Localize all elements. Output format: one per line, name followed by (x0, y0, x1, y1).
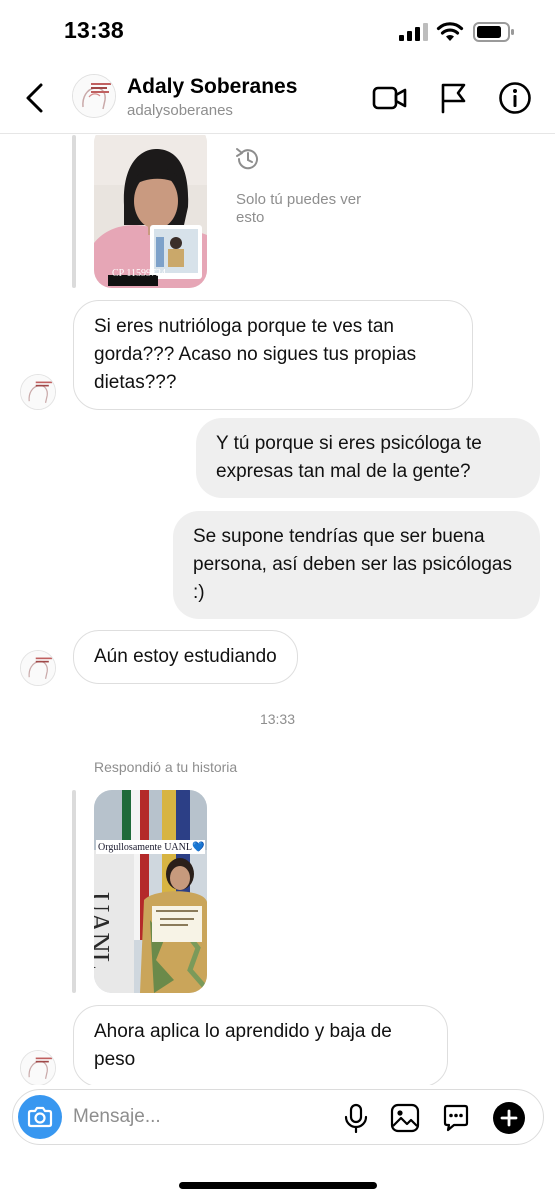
avatar-logo-image (21, 375, 55, 409)
story-reply-note: Respondió a tu historia (94, 759, 238, 775)
contact-avatar[interactable] (72, 74, 116, 118)
story-wall-text: UANL (94, 892, 114, 970)
sender-avatar[interactable] (20, 650, 56, 686)
avatar-logo-image (73, 75, 115, 117)
status-time: 13:38 (64, 17, 124, 43)
message-thread[interactable]: CP 11599724 Solo tú puedes ver esto Si e… (0, 135, 555, 1085)
contact-name[interactable]: Adaly Soberanes (127, 75, 297, 99)
message-bubble-received[interactable]: Ahora aplica lo aprendido y baja de peso (73, 1005, 448, 1085)
camera-button[interactable] (18, 1095, 62, 1139)
info-icon[interactable] (498, 81, 532, 115)
flag-icon[interactable] (439, 82, 467, 114)
only-you-note: Solo tú puedes ver esto (236, 191, 362, 226)
battery-icon (473, 22, 514, 42)
message-bubble-received[interactable]: Aún estoy estudiando (73, 630, 298, 684)
sender-avatar[interactable] (20, 374, 56, 410)
story-caption: Orgullosamente UANL💙 (98, 842, 205, 853)
wifi-icon (436, 22, 464, 41)
story-reply-line (72, 135, 76, 288)
contact-username[interactable]: adalysoberanes (127, 102, 233, 119)
history-icon (236, 148, 258, 170)
video-call-icon[interactable] (372, 84, 408, 112)
story-reply-line (72, 790, 76, 993)
message-input[interactable] (73, 1098, 333, 1136)
status-bar: 13:38 (0, 0, 555, 64)
back-arrow-icon[interactable] (22, 82, 48, 114)
avatar-logo-image (21, 1051, 55, 1085)
story-thumbnail[interactable]: Orgullosamente UANL💙 UANL (94, 790, 207, 993)
plus-icon[interactable] (492, 1101, 526, 1135)
story-thumbnail[interactable]: CP 11599724 (94, 135, 207, 288)
message-composer (12, 1089, 544, 1145)
message-bubble-sent[interactable]: Y tú porque si eres psicóloga te expresa… (196, 418, 540, 498)
home-indicator (179, 1182, 377, 1189)
sender-avatar[interactable] (20, 1050, 56, 1085)
message-bubble-received[interactable]: Si eres nutrióloga porque te ves tan gor… (73, 300, 473, 410)
story-selfie-image (94, 135, 207, 288)
story-badge: CP 11599724 (112, 268, 166, 279)
sticker-icon[interactable] (441, 1103, 471, 1133)
microphone-icon[interactable] (343, 1103, 369, 1133)
gallery-icon[interactable] (390, 1103, 420, 1133)
avatar-logo-image (21, 651, 55, 685)
chat-header: Adaly Soberanes adalysoberanes (0, 64, 555, 134)
cellular-signal-icon (399, 23, 428, 41)
message-timestamp: 13:33 (259, 711, 296, 727)
camera-icon (27, 1106, 53, 1128)
message-bubble-sent[interactable]: Se supone tendrías que ser buena persona… (173, 511, 540, 619)
